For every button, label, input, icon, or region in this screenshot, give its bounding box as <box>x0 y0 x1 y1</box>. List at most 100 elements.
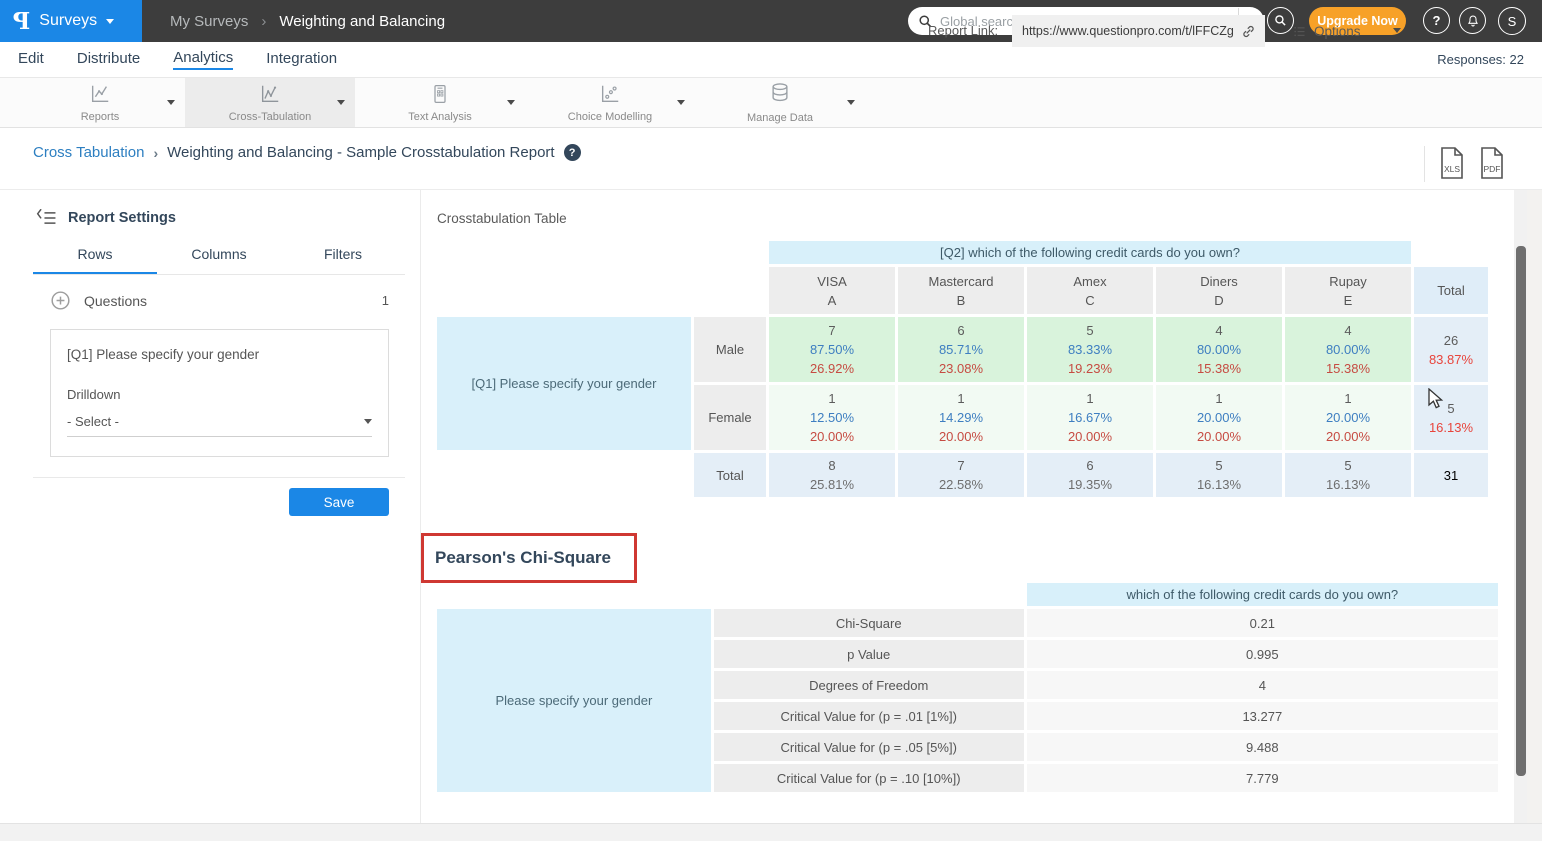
spacer-cell <box>437 241 766 264</box>
bell-icon <box>1466 14 1480 28</box>
options-menu[interactable]: Options <box>1292 15 1361 47</box>
link-icon <box>1240 23 1257 40</box>
cell-row-percent: 12.50% <box>769 408 895 427</box>
breadcrumb-survey-title: Weighting and Balancing <box>279 13 445 30</box>
chi-metric-label: p Value <box>714 640 1024 668</box>
crosstab-column-question: [Q2] which of the following credit cards… <box>769 241 1411 264</box>
cell-count: 7 <box>898 456 1024 475</box>
scrollbar-thumb[interactable] <box>1516 246 1526 776</box>
report-title: Weighting and Balancing - Sample Crossta… <box>167 144 554 161</box>
cell-count: 5 <box>1156 456 1282 475</box>
cell-row-percent: 14.29% <box>898 408 1024 427</box>
chi-metric-value: 9.488 <box>1027 733 1498 761</box>
toolbar-item-caret-icon[interactable] <box>337 100 345 105</box>
cell-column-percent: 20.00% <box>1027 427 1153 446</box>
reports-chart-icon <box>88 83 112 110</box>
toolbar-item-cross-tabulation[interactable]: Cross-Tabulation <box>185 78 355 127</box>
text-analysis-icon <box>430 83 450 110</box>
crosstab-column-header: VISAA <box>769 267 895 314</box>
question-card[interactable]: [Q1] Please specify your gender Drilldow… <box>50 329 389 457</box>
collapse-panel-icon[interactable] <box>36 209 58 227</box>
cell-count: 5 <box>1027 321 1153 340</box>
toolbar-item-caret-icon[interactable] <box>677 100 685 105</box>
add-question-button[interactable] <box>50 290 71 311</box>
question-text: [Q1] Please specify your gender <box>67 347 372 362</box>
mouse-cursor <box>1428 388 1448 410</box>
chi-column-header: which of the following credit cards do y… <box>1027 583 1498 606</box>
cell-percent: 22.58% <box>898 475 1024 494</box>
cell-row-percent: 20.00% <box>1285 408 1411 427</box>
cell-row-percent: 83.33% <box>1027 340 1153 359</box>
save-button[interactable]: Save <box>289 488 389 516</box>
nav-distribute[interactable]: Distribute <box>77 50 140 69</box>
choice-modelling-icon <box>598 83 622 110</box>
cell-count: 1 <box>1156 389 1282 408</box>
toolbar-item-text-analysis[interactable]: Text Analysis <box>355 78 525 127</box>
chi-metric-value: 13.277 <box>1027 702 1498 730</box>
cell-row-percent: 80.00% <box>1285 340 1411 359</box>
crosstab-row-question: [Q1] Please specify your gender <box>437 317 691 450</box>
crosstab-grand-total-cell: 31 <box>1414 453 1488 497</box>
options-label: Options <box>1314 24 1361 39</box>
help-button[interactable]: ? <box>1423 7 1450 34</box>
toolbar-item-caret-icon[interactable] <box>507 100 515 105</box>
toolbar-item-caret-icon[interactable] <box>847 100 855 105</box>
cell-column-percent: 20.00% <box>769 427 895 446</box>
vertical-scrollbar[interactable] <box>1514 190 1527 841</box>
product-menu[interactable]: P Surveys <box>0 0 142 42</box>
spacer-cell <box>437 453 691 497</box>
divider <box>1424 146 1425 182</box>
cell-column-percent: 26.92% <box>769 359 895 378</box>
cell-row-percent: 80.00% <box>1156 340 1282 359</box>
cell-count: 7 <box>769 321 895 340</box>
cell-count: 4 <box>1285 321 1411 340</box>
cell-column-percent: 15.38% <box>1285 359 1411 378</box>
chi-metric-label: Degrees of Freedom <box>714 671 1024 699</box>
breadcrumb: My Surveys › Weighting and Balancing <box>170 0 445 42</box>
cell-percent: 25.81% <box>769 475 895 494</box>
nav-analytics[interactable]: Analytics <box>173 49 233 70</box>
tab-filters[interactable]: Filters <box>281 246 405 274</box>
chi-metric-label: Critical Value for (p = .01 [1%]) <box>714 702 1024 730</box>
export-xls-button[interactable]: XLS <box>1438 146 1466 185</box>
svg-text:PDF: PDF <box>1484 164 1501 174</box>
report-help-button[interactable]: ? <box>564 144 581 161</box>
toolbar-item-reports[interactable]: Reports <box>15 78 185 127</box>
notifications-button[interactable] <box>1459 7 1486 34</box>
cell-count: 1 <box>769 389 895 408</box>
crosstab-total-column-header: Total <box>1414 267 1488 314</box>
app-window: P Surveys My Surveys › Weighting and Bal… <box>0 0 1542 841</box>
crosstab-column-header: AmexC <box>1027 267 1153 314</box>
cell-count: 1 <box>1027 389 1153 408</box>
avatar[interactable]: S <box>1498 7 1526 35</box>
toolbar-item-choice-modelling[interactable]: Choice Modelling <box>525 78 695 127</box>
breadcrumb-my-surveys[interactable]: My Surveys <box>170 13 248 30</box>
chevron-down-icon <box>106 19 114 24</box>
crosstab-cell: 480.00%15.38% <box>1285 317 1411 382</box>
crosstab-cell: 787.50%26.92% <box>769 317 895 382</box>
toolbar-item-label: Choice Modelling <box>568 111 652 123</box>
report-link-box[interactable]: https://www.questionpro.com/t/lFFCZg <box>1012 15 1265 47</box>
cell-count: 6 <box>898 321 1024 340</box>
search-submit-button[interactable] <box>1267 7 1294 34</box>
cell-count: 5 <box>1285 456 1411 475</box>
cell-percent: 16.13% <box>1156 475 1282 494</box>
crosstab-row-label: Male <box>694 317 766 382</box>
drilldown-select[interactable]: - Select - <box>67 414 372 437</box>
cell-column-percent: 20.00% <box>898 427 1024 446</box>
nav-integration[interactable]: Integration <box>266 50 337 69</box>
toolbar-item-label: Text Analysis <box>408 111 472 123</box>
toolbar-item-caret-icon[interactable] <box>167 100 175 105</box>
chi-metric-value: 7.779 <box>1027 764 1498 792</box>
tab-columns[interactable]: Columns <box>157 246 281 274</box>
tab-rows[interactable]: Rows <box>33 246 157 274</box>
toolbar-item-manage-data[interactable]: Manage Data <box>695 78 865 127</box>
crosstab-breadcrumb-link[interactable]: Cross Tabulation <box>33 144 144 161</box>
nav-edit[interactable]: Edit <box>18 50 44 69</box>
questionpro-logo-icon: P <box>13 8 30 35</box>
options-caret-icon[interactable] <box>1393 28 1401 33</box>
panel-title: Report Settings <box>68 210 176 226</box>
export-pdf-button[interactable]: PDF <box>1478 146 1506 185</box>
cell-row-percent: 16.67% <box>1027 408 1153 427</box>
chi-row-header: Please specify your gender <box>437 609 711 792</box>
